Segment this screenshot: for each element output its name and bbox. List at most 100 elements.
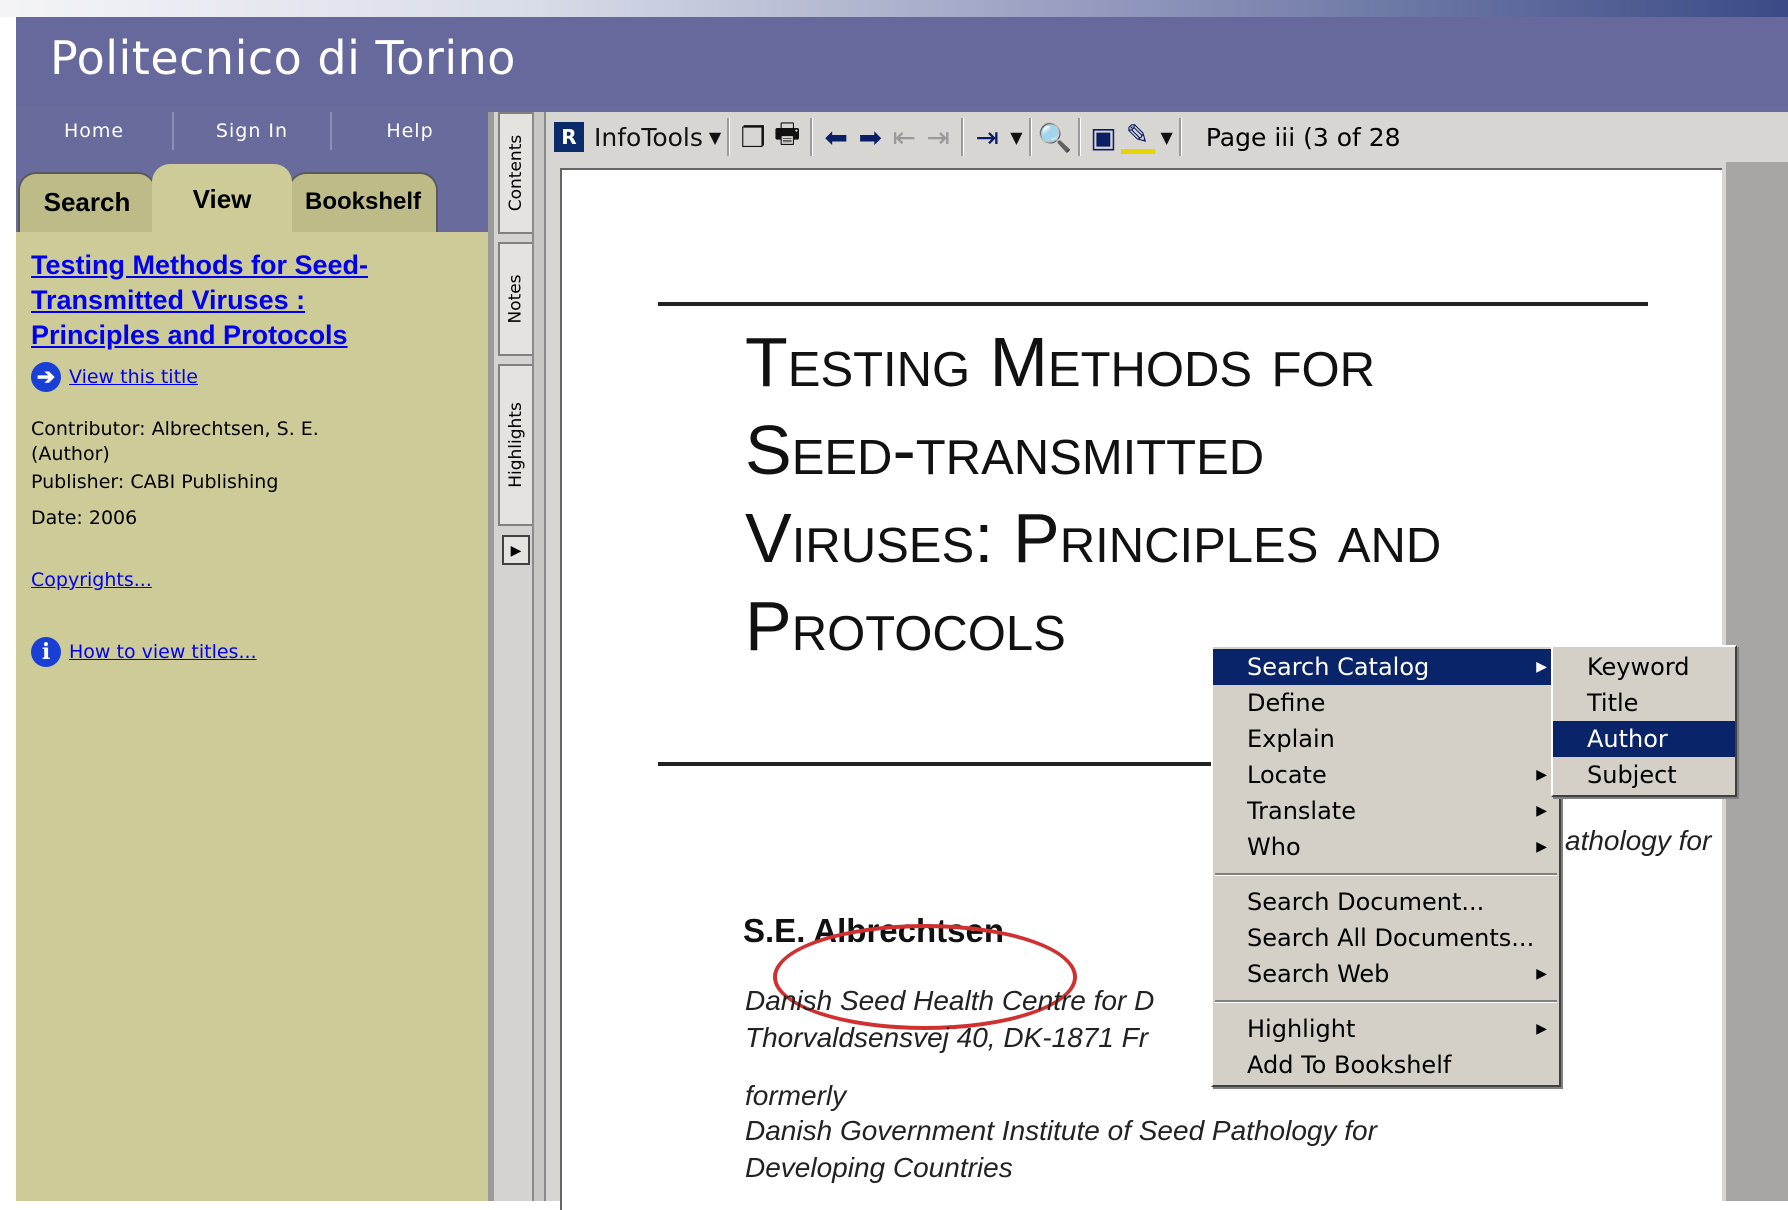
menu-item-explain[interactable]: Explain [1213, 721, 1559, 757]
context-menu: Search Catalog ▶ Define Explain Locate ▶ T… [1211, 645, 1561, 1087]
menu-item-label: Add To Bookshelf [1247, 1051, 1452, 1079]
menu-item-highlight[interactable]: Highlight ▶ [1213, 1011, 1559, 1047]
toolbar-divider [727, 118, 731, 156]
menu-item-who[interactable]: Who ▶ [1213, 829, 1559, 865]
affiliation-line-1: Danish Seed Health Centre for D [745, 985, 1155, 1016]
book-title-line-2: Transmitted Viruses : [31, 285, 306, 315]
tab-search[interactable]: Search [18, 172, 156, 232]
menu-separator [1215, 1000, 1557, 1003]
how-to-view-link[interactable]: How to view titles... [69, 641, 257, 663]
menu-item-locate[interactable]: Locate ▶ [1213, 757, 1559, 793]
submenu-arrow-icon: ▶ [1536, 659, 1547, 675]
chevron-down-icon: ▼ [708, 127, 722, 147]
document-title-line-2: Seed-transmitted [745, 411, 1265, 489]
viewer-toolbar: R InfoTools ▼ ❐ 🖶 ⬅ ➡ ⇤ ⇥ ⇥ ▼ 🔍 ▣ ✎ ▼ Pa… [546, 112, 1788, 162]
menu-item-add-to-bookshelf[interactable]: Add To Bookshelf [1213, 1047, 1559, 1083]
submenu-item-keyword[interactable]: Keyword [1553, 649, 1735, 685]
view-title-link[interactable]: View this title [69, 366, 198, 388]
menu-item-label: Highlight [1247, 1015, 1356, 1043]
panel-tabs: Search Bookshelf View [16, 150, 488, 234]
bookmark-icon[interactable]: ▣ [1087, 120, 1121, 154]
expand-panel-button[interactable]: ▶ [502, 535, 530, 565]
menu-separator [1215, 873, 1557, 876]
submenu-item-author[interactable]: Author [1553, 721, 1735, 757]
menu-item-label: Who [1247, 833, 1301, 861]
infotools-label: InfoTools [594, 122, 703, 152]
top-nav: Home Sign In Help [16, 112, 488, 150]
left-panel: Home Sign In Help Search Bookshelf View … [16, 112, 488, 1201]
menu-item-search-catalog[interactable]: Search Catalog ▶ [1213, 649, 1559, 685]
contributor-line-2: (Author) [31, 443, 110, 465]
side-tabs: Contents Notes Highlights ▶ [488, 112, 534, 1201]
how-to-view-row: i How to view titles... [31, 637, 257, 667]
menu-item-label: Search All Documents... [1247, 924, 1535, 952]
submenu-arrow-icon: ▶ [1536, 966, 1547, 982]
side-tab-contents-label: Contents [506, 134, 526, 212]
zoom-icon[interactable]: 🔍 [1037, 120, 1072, 154]
submenu-arrow-icon: ▶ [1536, 839, 1547, 855]
toolbar-divider [1077, 118, 1081, 156]
copy-icon[interactable]: ❐ [736, 120, 770, 154]
contributor-line-1: Contributor: Albrechtsen, S. E. [31, 418, 319, 440]
menu-item-search-document[interactable]: Search Document... [1213, 884, 1559, 920]
menu-item-search-web[interactable]: Search Web ▶ [1213, 956, 1559, 992]
side-tab-notes[interactable]: Notes [498, 242, 534, 356]
print-icon[interactable]: 🖶 [770, 117, 804, 154]
document-title: Testing Methods for Seed-transmitted Vir… [745, 318, 1441, 670]
contributor-text: Contributor: Albrechtsen, S. E. (Author) [31, 417, 319, 467]
menu-item-translate[interactable]: Translate ▶ [1213, 793, 1559, 829]
menu-item-label: Search Document... [1247, 888, 1485, 916]
nav-home-link[interactable]: Home [16, 112, 174, 150]
side-tab-highlights[interactable]: Highlights [498, 364, 534, 526]
chevron-down-icon: ▼ [1010, 127, 1023, 147]
menu-item-define[interactable]: Define [1213, 685, 1559, 721]
forward-arrow-icon[interactable]: ➡ [853, 120, 887, 154]
menu-item-search-all-documents[interactable]: Search All Documents... [1213, 920, 1559, 956]
copyrights-link[interactable]: Copyrights... [31, 569, 152, 591]
menu-item-label: Explain [1247, 725, 1335, 753]
goto-page-menu[interactable]: ⇥ ▼ [970, 117, 1022, 157]
tab-bookshelf[interactable]: Bookshelf [288, 172, 438, 232]
publisher-text: Publisher: CABI Publishing [31, 471, 279, 493]
submenu-arrow-icon: ▶ [1536, 803, 1547, 819]
institute-line-2: Developing Countries [745, 1152, 1013, 1183]
previous-hit-icon[interactable]: ⇤ [887, 120, 921, 154]
infotools-icon: R [554, 122, 584, 152]
nav-help-link[interactable]: Help [332, 112, 488, 150]
search-catalog-submenu: Keyword Title Author Subject [1551, 645, 1737, 797]
document-title-line-3: Viruses: Principles and [745, 499, 1442, 577]
tab-view[interactable]: View [152, 164, 292, 234]
highlighter-icon: ✎ [1120, 118, 1155, 154]
submenu-item-subject[interactable]: Subject [1553, 757, 1735, 793]
copyrights-row: Copyrights... [31, 568, 152, 593]
info-icon: i [31, 637, 61, 667]
document-title-line-1: Testing Methods for [745, 323, 1375, 401]
book-title-line-1: Testing Methods for Seed- [31, 250, 369, 280]
highlight-menu[interactable]: ✎ ▼ [1120, 117, 1173, 157]
book-title-line-3: Principles and Protocols [31, 320, 348, 350]
menu-item-label: Define [1247, 689, 1326, 717]
header-bar: Politecnico di Torino [16, 17, 1788, 107]
next-hit-icon[interactable]: ⇥ [921, 120, 955, 154]
institution-title: Politecnico di Torino [50, 31, 516, 85]
submenu-arrow-icon: ▶ [1536, 767, 1547, 783]
partial-text: athology for [1565, 825, 1712, 856]
back-arrow-icon[interactable]: ⬅ [819, 120, 853, 154]
menu-item-label: Search Catalog [1247, 653, 1430, 681]
top-rule [658, 302, 1648, 306]
side-tab-contents[interactable]: Contents [498, 112, 534, 234]
arrow-right-icon: ➔ [31, 362, 61, 392]
formerly-text: formerly [745, 1080, 847, 1111]
menu-item-label: Search Web [1247, 960, 1390, 988]
submenu-arrow-icon: ▶ [1536, 1021, 1547, 1037]
panel-splitter[interactable] [532, 112, 546, 1201]
menu-item-label: Translate [1247, 797, 1356, 825]
toolbar-divider [810, 118, 814, 156]
submenu-item-title[interactable]: Title [1553, 685, 1735, 721]
nav-sign-in-link[interactable]: Sign In [174, 112, 332, 150]
side-tab-notes-label: Notes [506, 274, 527, 324]
infotools-menu[interactable]: R InfoTools ▼ [554, 117, 721, 157]
toolbar-divider [1178, 118, 1182, 156]
book-title-link[interactable]: Testing Methods for Seed- Transmitted Vi… [31, 248, 431, 353]
toolbar-divider [1028, 118, 1032, 156]
